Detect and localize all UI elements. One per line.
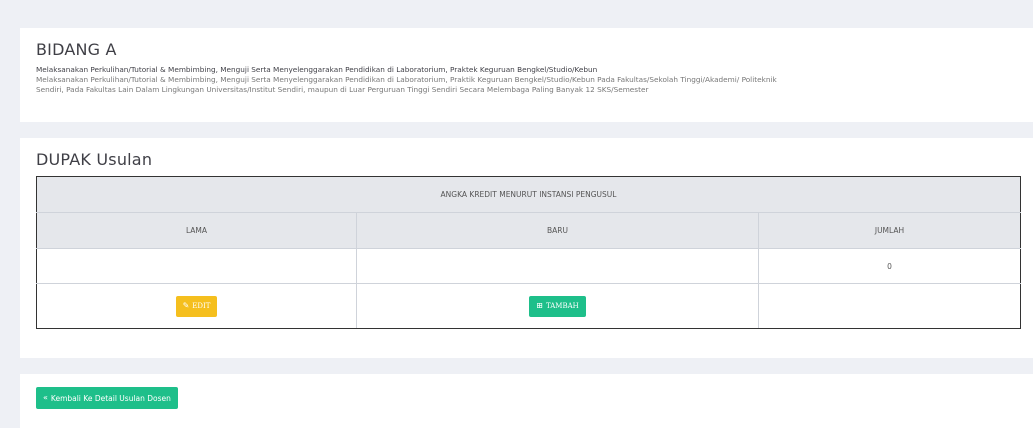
cell-jumlah: 0 [757,248,1022,284]
double-left-arrow-icon: « [43,393,48,402]
edit-icon: ✎ [182,301,190,310]
plus-square-icon: ⊞ [536,301,543,310]
dupak-card: DUPAK Usulan ANGKA KREDIT MENURUT INSTAN… [20,138,1033,358]
bidang-title: BIDANG A [36,40,117,59]
edit-button-label: EDIT [192,302,211,310]
column-header-lama: LAMA [36,212,357,249]
cell-jumlah-actions [757,283,1022,329]
table-column-header-row: LAMA BARU JUMLAH [36,212,1022,249]
table-group-header-row: ANGKA KREDIT MENURUT INSTANSI PENGUSUL [35,176,1022,213]
tambah-button-label: TAMBAH [545,302,579,310]
table-action-row: ✎ EDIT ⊞ TAMBAH [36,283,1022,329]
edit-button[interactable]: ✎ EDIT [175,295,218,317]
bidang-description-detail-2: Sendiri, Pada Fakultas Lain Dalam Lingku… [36,85,649,94]
back-button-label: Kembali Ke Detail Usulan Dosen [50,393,171,403]
angka-kredit-table: ANGKA KREDIT MENURUT INSTANSI PENGUSUL L… [35,176,1022,329]
column-header-baru: BARU [356,212,759,249]
column-header-jumlah: JUMLAH [757,212,1022,249]
bidang-card: BIDANG A Melaksanakan Perkulihan/Tutoria… [20,28,1033,122]
back-to-detail-button[interactable]: « Kembali Ke Detail Usulan Dosen [36,387,178,409]
dupak-title: DUPAK Usulan [36,150,153,169]
tambah-button[interactable]: ⊞ TAMBAH [529,295,586,317]
cell-baru [356,248,759,284]
table-group-header: ANGKA KREDIT MENURUT INSTANSI PENGUSUL [35,176,1022,213]
cell-baru-actions: ⊞ TAMBAH [356,283,759,329]
table-row: 0 [36,248,1022,284]
bidang-description-detail-1: Melaksanakan Perkulihan/Tutorial & Membi… [36,75,777,84]
cell-lama [36,248,357,284]
bidang-description-main: Melaksanakan Perkulihan/Tutorial & Membi… [36,65,598,74]
cell-lama-actions: ✎ EDIT [36,283,357,329]
navigation-card: « Kembali Ke Detail Usulan Dosen [20,374,1033,428]
